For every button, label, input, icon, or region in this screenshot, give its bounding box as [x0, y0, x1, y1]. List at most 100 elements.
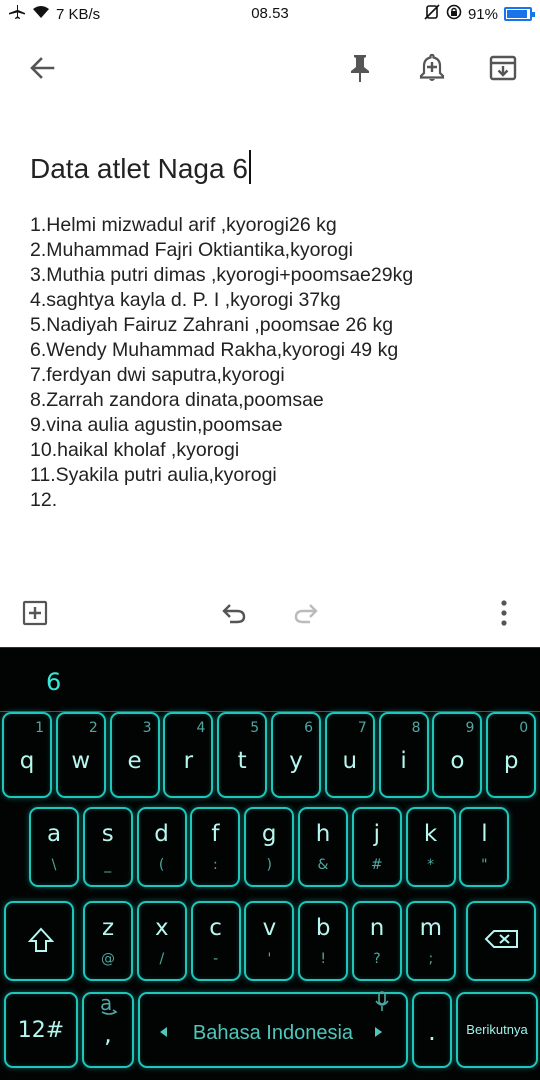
- key-label: s: [101, 821, 114, 847]
- key-label: w: [71, 748, 91, 774]
- key-n[interactable]: n?: [352, 901, 402, 981]
- space-key[interactable]: Bahasa Indonesia: [138, 992, 408, 1068]
- key-s[interactable]: s _: [82, 807, 133, 887]
- archive-icon: [489, 55, 517, 81]
- pin-button[interactable]: [340, 48, 380, 88]
- note-line: 5.Nadiyah Fairuz Zahrani ,poomsae 26 kg: [30, 314, 394, 336]
- redo-button[interactable]: [289, 596, 323, 630]
- key-label: m: [419, 915, 442, 941]
- key-k[interactable]: k *: [405, 807, 456, 887]
- key-w[interactable]: w2: [55, 712, 106, 798]
- key-r[interactable]: r4: [163, 712, 214, 798]
- key-label: n: [369, 915, 385, 941]
- key-e[interactable]: e3: [109, 712, 160, 798]
- comma-key-label: ,: [104, 1020, 112, 1048]
- backspace-icon: [484, 930, 518, 948]
- key-d[interactable]: d(: [136, 807, 187, 887]
- key-secondary-label: (: [158, 857, 165, 873]
- key-label: k: [423, 821, 438, 847]
- key-secondary-label: ": [481, 857, 488, 873]
- key-p[interactable]: p0: [486, 712, 537, 798]
- key-secondary-label: ?: [373, 951, 381, 967]
- key-t[interactable]: t5: [217, 712, 268, 798]
- key-label: g: [261, 821, 277, 847]
- key-u[interactable]: u7: [324, 712, 375, 798]
- key-secondary-label: _: [104, 857, 112, 873]
- key-q[interactable]: q1: [2, 712, 52, 798]
- key-label: h: [315, 821, 331, 847]
- note-toolbar: [0, 40, 540, 96]
- note-line: 6.Wendy Muhammad Rakha,kyorogi 49 kg: [30, 339, 399, 361]
- key-i[interactable]: i8: [378, 712, 429, 798]
- key-b[interactable]: b!: [298, 901, 349, 981]
- comma-key[interactable]: a ,: [82, 992, 134, 1068]
- key-label: y: [289, 748, 303, 774]
- key-secondary-label: 1: [35, 720, 44, 736]
- key-x[interactable]: x /: [136, 901, 187, 981]
- lock-rotation-icon: [446, 4, 462, 24]
- key-secondary-label: *: [427, 857, 435, 873]
- backspace-key[interactable]: [466, 901, 536, 981]
- key-secondary-label: 5: [250, 720, 260, 736]
- key-secondary-label: &: [317, 857, 329, 873]
- period-key[interactable]: .: [375, 991, 452, 1068]
- key-secondary-label: ': [267, 951, 272, 967]
- status-right: 91%: [424, 4, 535, 24]
- key-m[interactable]: m;: [405, 901, 456, 981]
- bell-plus-icon: [419, 53, 445, 81]
- status-bar: 7 KB/s 08.53 91%: [0, 0, 540, 28]
- key-o[interactable]: o9: [432, 712, 483, 798]
- key-label: c: [209, 915, 222, 941]
- battery-percent: 91%: [467, 5, 498, 23]
- key-j[interactable]: j #: [351, 807, 402, 887]
- key-label: f: [211, 821, 220, 847]
- more-vertical-icon: [501, 600, 507, 626]
- next-key[interactable]: Berikutnya: [456, 992, 538, 1068]
- shift-key[interactable]: [4, 901, 74, 981]
- key-y[interactable]: y6: [271, 712, 321, 798]
- key-secondary-label: !: [320, 951, 326, 967]
- reminder-button[interactable]: [412, 48, 452, 88]
- shift-arrow-icon: [28, 927, 54, 952]
- key-f[interactable]: f:: [190, 807, 241, 887]
- key-secondary-label: -: [213, 951, 219, 967]
- key-secondary-label: #: [370, 857, 383, 873]
- key-label: o: [450, 748, 465, 774]
- key-secondary-label: ;: [428, 951, 434, 967]
- add-content-button[interactable]: [18, 596, 52, 630]
- key-secondary-label: 8: [411, 720, 421, 736]
- key-v[interactable]: v ': [244, 901, 295, 981]
- key-g[interactable]: g): [244, 807, 295, 887]
- battery-icon: [504, 7, 535, 21]
- archive-button[interactable]: [483, 48, 523, 88]
- note-line: 2.Muhammad Fajri Oktiantika,kyorogi: [30, 239, 353, 261]
- key-c[interactable]: c-: [190, 901, 241, 981]
- suggestion-word[interactable]: 6: [46, 668, 61, 696]
- key-label: i: [400, 748, 407, 774]
- screen: 7 KB/s 08.53 91% Data atlet Naga 6 1.Hel…: [0, 0, 540, 1080]
- undo-button[interactable]: [217, 596, 251, 630]
- key-h[interactable]: h &: [298, 807, 348, 887]
- svg-text:a: a: [100, 992, 112, 1015]
- key-label: u: [342, 748, 358, 774]
- more-options-button[interactable]: [487, 596, 521, 630]
- note-body[interactable]: 1.Helmi mizwadul arif ,kyorogi26 kg 2.Muh…: [30, 213, 520, 513]
- back-button[interactable]: [22, 48, 62, 88]
- note-line: 8.Zarrah zandora dinata,poomsae: [30, 389, 324, 411]
- key-z[interactable]: z @: [83, 901, 133, 981]
- key-label: e: [127, 748, 142, 774]
- note-line: 9.vina aulia agustin,poomsae: [30, 414, 283, 436]
- key-l[interactable]: l ": [459, 807, 510, 887]
- keyboard: 6 q1w2e3r4t5y6u7i8o9p0 a \ s _ d(f: g) h & j # k * l…: [0, 647, 540, 1080]
- key-label: l: [481, 821, 488, 847]
- pin-icon: [351, 55, 369, 82]
- add-box-icon: [22, 600, 48, 626]
- note-line: 3.Muthia putri dimas ,kyorogi+poomsae29k…: [30, 264, 414, 286]
- microphone-icon: [375, 991, 389, 1011]
- key-secondary-label: \: [51, 857, 57, 873]
- key-a[interactable]: a \: [29, 807, 79, 887]
- note-title[interactable]: Data atlet Naga 6: [30, 150, 251, 185]
- text-cursor: [248, 150, 251, 184]
- symbols-key[interactable]: 12#: [4, 992, 78, 1068]
- key-secondary-label: 2: [88, 720, 98, 736]
